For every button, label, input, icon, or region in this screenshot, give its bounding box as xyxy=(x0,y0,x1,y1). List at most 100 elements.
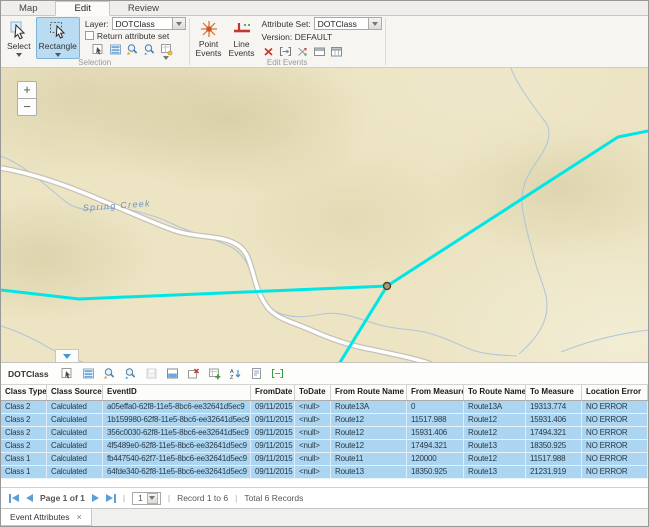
bottom-tabbar: Event Attributes × xyxy=(1,508,648,526)
close-tab-icon[interactable]: × xyxy=(77,512,82,522)
table-cell: Class 2 xyxy=(1,401,47,413)
point-events-button[interactable]: Point Events xyxy=(193,17,225,59)
table-row[interactable]: Class 2Calculated4f5489e0-62f8-11e5-8bc6… xyxy=(1,440,648,453)
table-cell: Route13A xyxy=(331,401,407,413)
table-cell: <null> xyxy=(295,427,331,439)
creek-label: Spring Creek xyxy=(82,198,151,213)
rectangle-dropdown-caret-icon[interactable] xyxy=(55,53,61,57)
return-attribute-set-checkbox[interactable] xyxy=(85,31,94,40)
attribute-set-combobox-arrow-icon[interactable] xyxy=(368,18,381,29)
attribute-set-combobox[interactable]: DOTClass xyxy=(314,17,382,30)
table-cell: 09/11/2015 xyxy=(251,401,295,413)
tab-event-attributes[interactable]: Event Attributes × xyxy=(1,509,92,526)
table-cell: 1b159980-62f8-11e5-8bc6-ee32641d5ec9 xyxy=(103,414,251,426)
form-view-icon[interactable] xyxy=(250,367,263,380)
layer-combobox-arrow-icon[interactable] xyxy=(172,18,185,29)
zoom-to-selection-icon[interactable] xyxy=(126,43,139,56)
attribute-grid: Class TypeClass SourceEventIDFromDateToD… xyxy=(1,385,648,487)
measure-range-icon[interactable] xyxy=(279,45,292,58)
split-event-icon[interactable] xyxy=(296,45,309,58)
panel-title: DOTClass xyxy=(8,369,49,379)
table-cell: Route12 xyxy=(331,414,407,426)
table-cell: NO ERROR xyxy=(582,401,648,413)
event-panel-icon[interactable] xyxy=(313,45,326,58)
show-rows-icon[interactable] xyxy=(109,43,122,56)
table-cell: Class 1 xyxy=(1,453,47,465)
table-cell: <null> xyxy=(295,466,331,478)
table-cell: Class 2 xyxy=(1,440,47,452)
return-attribute-set-label: Return attribute set xyxy=(97,31,169,41)
column-header[interactable]: ToDate xyxy=(295,385,331,400)
layer-combobox[interactable]: DOTClass xyxy=(112,17,186,30)
table-cell: Calculated xyxy=(47,440,103,452)
route-line-west[interactable] xyxy=(1,286,387,299)
column-header[interactable]: Class Type xyxy=(1,385,47,400)
attribute-panel-toolbar: DOTClass AZ xyxy=(1,363,648,385)
column-header[interactable]: Location Error xyxy=(582,385,648,400)
rows-icon[interactable] xyxy=(82,367,95,380)
last-page-button[interactable] xyxy=(106,492,116,504)
table-cell: Calculated xyxy=(47,401,103,413)
edit-events-group: Point Events Line Events Attribute Set: … xyxy=(190,16,385,67)
column-header[interactable]: Class Source xyxy=(47,385,103,400)
table-row[interactable]: Class 2Calculateda05effa0-62f8-11e5-8bc6… xyxy=(1,401,648,414)
tab-edit[interactable]: Edit xyxy=(55,1,109,16)
ribbon: Select Rectangle Layer: DOTClass xyxy=(1,16,648,68)
tab-review[interactable]: Review xyxy=(110,1,177,15)
route-lines xyxy=(1,131,648,363)
select-tool-button[interactable]: Select xyxy=(4,17,34,59)
table-row[interactable]: Class 1Calculated64fde340-62f8-11e5-8bc6… xyxy=(1,466,648,479)
clear-selection-icon[interactable] xyxy=(187,367,200,380)
table-pointer-icon[interactable] xyxy=(61,367,74,380)
column-header[interactable]: FromDate xyxy=(251,385,295,400)
table-row[interactable]: Class 2Calculated356c0030-62f8-11e5-8bc6… xyxy=(1,427,648,440)
total-records-label: Total 6 Records xyxy=(244,493,303,503)
sort-icon[interactable]: AZ xyxy=(229,367,242,380)
zoom-in-button[interactable]: + xyxy=(17,81,37,99)
rectangle-tool-button[interactable]: Rectangle xyxy=(36,17,80,59)
table-cell: Calculated xyxy=(47,414,103,426)
column-header[interactable]: From Route Name xyxy=(331,385,407,400)
table-cell: 09/11/2015 xyxy=(251,440,295,452)
page-select-arrow-icon[interactable] xyxy=(147,493,158,504)
page-number-select[interactable]: 1 xyxy=(132,492,161,505)
column-header[interactable]: To Route Name xyxy=(464,385,526,400)
save-icon[interactable] xyxy=(145,367,158,380)
highlight-selection-icon[interactable] xyxy=(166,367,179,380)
next-page-button[interactable] xyxy=(92,492,99,504)
table-cell: 15931.406 xyxy=(526,414,582,426)
table-cell: 64fde340-62f8-11e5-8bc6-ee32641d5ec9 xyxy=(103,466,251,478)
table-cell: Route12 xyxy=(464,414,526,426)
pan-to-selected-icon[interactable] xyxy=(124,367,137,380)
add-record-icon[interactable] xyxy=(208,367,221,380)
table-cell: Calculated xyxy=(47,466,103,478)
zoom-out-button[interactable]: − xyxy=(17,98,37,116)
line-events-button[interactable]: Line Events xyxy=(227,17,257,59)
event-grid-icon[interactable] xyxy=(330,45,343,58)
ribbon-separator xyxy=(385,18,386,65)
pan-to-selection-icon[interactable] xyxy=(143,43,156,56)
table-row[interactable]: Class 2Calculated1b159980-62f8-11e5-8bc6… xyxy=(1,414,648,427)
select-dropdown-caret-icon[interactable] xyxy=(16,53,22,57)
table-cell: <null> xyxy=(295,401,331,413)
delete-event-icon[interactable] xyxy=(262,45,275,58)
table-select-icon[interactable] xyxy=(92,43,105,56)
pagination-separator: | xyxy=(123,493,125,503)
table-cell: NO ERROR xyxy=(582,427,648,439)
route-line-northeast[interactable] xyxy=(387,131,648,286)
table-row[interactable]: Class 1Calculatedfb447540-62f7-11e5-8bc6… xyxy=(1,453,648,466)
column-header[interactable]: To Measure xyxy=(526,385,582,400)
first-page-button[interactable] xyxy=(9,492,19,504)
select-tool-icon xyxy=(8,19,30,41)
table-cell: 09/11/2015 xyxy=(251,414,295,426)
panel-collapse-button[interactable] xyxy=(55,349,79,362)
map-canvas[interactable]: Spring Creek + − xyxy=(1,68,648,363)
table-cell: Calculated xyxy=(47,427,103,439)
column-header[interactable]: EventID xyxy=(103,385,251,400)
previous-page-button[interactable] xyxy=(26,492,33,504)
zoom-to-selected-icon[interactable] xyxy=(103,367,116,380)
tab-map[interactable]: Map xyxy=(1,1,55,15)
column-header[interactable]: From Measure xyxy=(407,385,464,400)
measure-brackets-icon[interactable] xyxy=(271,367,284,380)
route-junction-marker[interactable] xyxy=(384,283,391,290)
